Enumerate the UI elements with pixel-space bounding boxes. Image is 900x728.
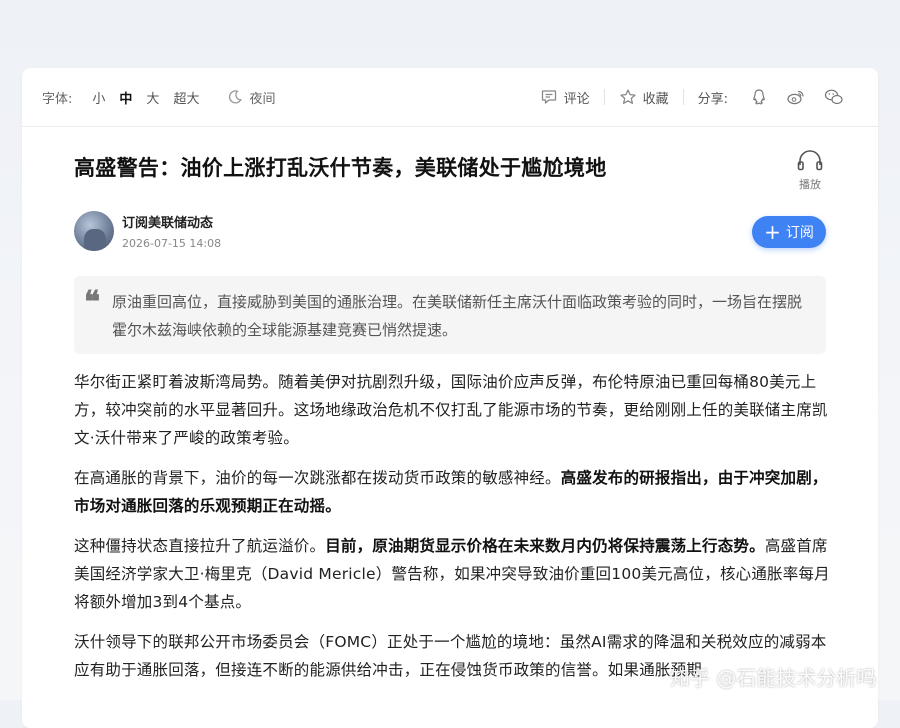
subscribe-label: 订阅 xyxy=(785,225,814,241)
moon-icon xyxy=(229,90,243,104)
play-label: 播放 xyxy=(799,178,821,191)
qq-icon xyxy=(753,89,765,105)
author-avatar[interactable] xyxy=(74,211,114,251)
play-audio-button[interactable]: 播放 xyxy=(792,148,828,192)
share-wechat-button[interactable] xyxy=(824,88,844,106)
share-weibo-button[interactable] xyxy=(786,88,806,106)
comment-icon xyxy=(541,90,556,104)
weibo-icon xyxy=(787,90,804,105)
wechat-icon xyxy=(824,89,843,105)
toolbar-divider xyxy=(603,89,605,105)
share-label: 分享: xyxy=(697,91,728,107)
article-title: 高盛警告：油价上涨打乱沃什节奏，美联储处于尴尬境地 xyxy=(74,155,607,180)
article-card: 字体: 小 中 大 超大 夜间 评论 收藏 分享: 高盛警告：油价上涨打乱沃什节… xyxy=(22,68,878,728)
share-qq-button[interactable] xyxy=(750,88,768,106)
paragraph-text: 在高通胀的背景下，油价的每一次跳涨都在拨动货币政策的敏感神经。 xyxy=(74,469,561,487)
article-summary: ❝ 原油重回高位，直接威胁到美国的通胀治理。在美联储新任主席沃什面临政策考验的同… xyxy=(74,276,826,354)
night-mode-toggle[interactable]: 夜间 xyxy=(227,88,275,107)
toolbar-divider xyxy=(682,89,684,105)
font-size-label: 字体: xyxy=(42,91,73,107)
font-size-xlarge[interactable]: 超大 xyxy=(173,88,199,107)
favorite-button[interactable]: 收藏 xyxy=(619,88,669,107)
star-icon xyxy=(619,89,636,104)
subscribe-button[interactable]: + 订阅 xyxy=(752,216,826,248)
author-name[interactable]: 订阅美联储动态 xyxy=(122,212,221,231)
paragraph-3: 这种僵持状态直接拉升了航运溢价。目前，原油期货显示价格在未来数月内仍将保持震荡上… xyxy=(74,532,830,616)
watermark-text: 知乎 @石能技术分析吗 xyxy=(670,666,877,690)
font-size-medium[interactable]: 中 xyxy=(119,88,132,107)
font-size-large[interactable]: 大 xyxy=(146,88,159,107)
publish-date: 2026-07-15 14:08 xyxy=(122,237,222,250)
favorite-label: 收藏 xyxy=(642,91,669,107)
article-toolbar: 字体: 小 中 大 超大 夜间 评论 收藏 分享: xyxy=(22,68,878,127)
quote-icon: ❝ xyxy=(84,285,101,320)
bold-text: 目前，原油期货显示价格在未来数月内仍将保持震荡上行态势。 xyxy=(325,537,765,555)
plus-icon: + xyxy=(764,220,781,244)
summary-text: 原油重回高位，直接威胁到美国的通胀治理。在美联储新任主席沃什面临政策考验的同时，… xyxy=(112,293,803,339)
watermark: 知乎 @石能技术分析吗 xyxy=(670,662,876,691)
comment-button[interactable]: 评论 xyxy=(540,88,590,107)
font-size-small[interactable]: 小 xyxy=(92,88,105,107)
comment-label: 评论 xyxy=(563,91,590,107)
paragraph-text: 这种僵持状态直接拉升了航运溢价。 xyxy=(74,537,326,555)
paragraph-1: 华尔街正紧盯着波斯湾局势。随着美伊对抗剧烈升级，国际油价应声反弹，布伦特原油已重… xyxy=(74,373,828,447)
night-mode-label: 夜间 xyxy=(249,91,276,107)
headphones-icon xyxy=(797,150,823,171)
article-body: 华尔街正紧盯着波斯湾局势。随着美伊对抗剧烈升级，国际油价应声反弹，布伦特原油已重… xyxy=(74,368,830,696)
author-block: 订阅美联储动态 2026-07-15 14:08 xyxy=(74,211,221,251)
paragraph-2: 在高通胀的背景下，油价的每一次跳涨都在拨动货币政策的敏感神经。高盛发布的研报指出… xyxy=(74,464,830,520)
